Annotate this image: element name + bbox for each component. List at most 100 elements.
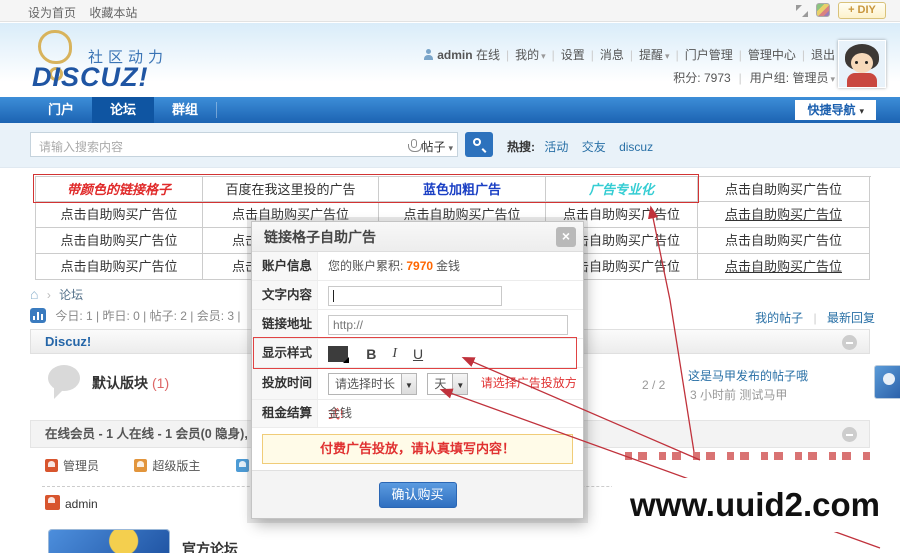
last-poster-avatar[interactable] [874,365,900,399]
online-status: 在线 [475,48,500,62]
hot-link-3[interactable]: discuz [619,140,653,154]
category-title[interactable]: Discuz! [45,334,91,349]
nav-groups[interactable]: 群组 [154,97,216,123]
duration-label: 投放时间 [252,368,318,399]
my-menu[interactable]: 我的 [515,48,546,62]
ad-slot-link[interactable]: 点击自助购买广告位 [698,228,870,254]
rent-label: 租金结算 [252,400,318,427]
confirm-purchase-button[interactable]: 确认购买 [378,482,457,508]
brand-english: DISCUZ! [32,62,149,92]
ad-header-colored-link[interactable]: 带颜色的链接格子 [36,177,203,202]
quick-nav-button[interactable]: 快捷导航 [795,100,876,120]
search-button[interactable] [465,132,493,157]
text-cursor [333,289,334,302]
official-forum-logo[interactable] [48,529,170,553]
text-content-row: 文字内容 [252,281,583,310]
search-input[interactable]: 请输入搜索内容 帖子 [30,132,458,157]
link-url-label: 链接地址 [252,310,318,338]
site-header: 社区动力 DISCUZ! admin 在线|我的|设置|消息|提醒|门户管理|管… [0,23,900,97]
bold-button[interactable]: B [361,340,381,368]
online-member-item[interactable]: admin [45,495,98,511]
mod-group-icon [235,459,249,472]
search-type-dropdown[interactable]: 帖子 [421,138,453,155]
ad-header-professional[interactable]: 广告专业化 [546,177,698,202]
admin-center-link[interactable]: 管理中心 [748,48,796,62]
ad-slot-link[interactable]: 点击自助购买广告位 [36,254,203,280]
username-link[interactable]: admin [437,48,472,62]
ad-header-baidu[interactable]: 百度在我这里投的广告 [203,177,379,202]
collapse-icon[interactable] [842,335,857,350]
watermark: www.uuid2.com [612,478,898,532]
underline-button[interactable]: U [408,340,428,368]
site-logo[interactable]: 社区动力 DISCUZ! [30,28,250,94]
forum-pages: 2 / 2 [642,378,666,392]
rent-row: 租金结算 金钱 [252,400,583,428]
forum-bubble-icon [48,365,80,399]
hot-link-2[interactable]: 交友 [582,140,606,154]
display-style-row: 显示样式 B I U [252,339,583,368]
nav-forum[interactable]: 论坛 [92,97,155,123]
self-ad-dialog: 链接格子自助广告 × 账户信息 您的账户累积: 7970 金钱 文字内容 链接地址 … [252,222,583,518]
widescreen-toggle-icon[interactable] [796,5,808,17]
bookmark-link[interactable]: 收藏本站 [89,6,137,20]
hot-link-1[interactable]: 活动 [544,140,568,154]
unit-select[interactable]: 天 [427,372,469,395]
usergroup-link[interactable]: 用户组: 管理员 [750,71,835,85]
color-picker-swatch[interactable] [328,345,349,363]
search-band: 请输入搜索内容 帖子 热搜: 活动 交友 discuz [0,123,900,168]
display-style-label: 显示样式 [252,339,318,367]
ad-url-input[interactable]: http:// [328,314,568,335]
logout-link[interactable]: 退出 [811,48,835,62]
chevron-down-icon [452,372,469,395]
last-post-link[interactable]: 这是马甲发布的帖子哦 [688,367,808,384]
member-avatar-icon [45,495,60,510]
forum-today-count: (1) [152,375,170,391]
hot-search: 热搜: 活动 交友 discuz [507,138,663,155]
credits-link[interactable]: 积分: 7973 [673,71,730,85]
stats-text: 今日: 1 | 昨日: 0 | 帖子: 2 | 会员: 3 | [55,309,241,323]
ad-slot-link[interactable]: 点击自助购买广告位 [698,254,870,280]
dialog-titlebar[interactable]: 链接格子自助广告 × [252,222,583,252]
italic-button[interactable]: I [385,340,405,368]
official-forum-name[interactable]: 官方论坛 [182,539,238,553]
ad-text-input[interactable] [328,285,502,306]
collapse-icon[interactable] [842,427,857,442]
settings-link[interactable]: 设置 [561,48,585,62]
duration-row: 投放时间 请选择时长 天 请选择广告投放方式! [252,368,583,421]
bulb-icon [38,30,72,81]
ad-slot-link[interactable]: 点击自助购买广告位 [36,228,203,254]
ad-slot-link[interactable]: 点击自助购买广告位 [36,202,203,228]
reminders-menu[interactable]: 提醒 [639,48,670,62]
duration-select[interactable]: 请选择时长 [328,372,418,395]
voice-search-icon[interactable] [408,139,422,152]
set-home-link[interactable]: 设为首页 [28,6,76,20]
link-url-row: 链接地址 http:// [252,310,583,339]
close-icon[interactable]: × [556,227,576,247]
breadcrumb: ⌂ › 论坛 [30,286,84,302]
forum-name-link[interactable]: 默认版块 (1) [92,373,169,393]
rent-value: 金钱 [328,406,353,420]
avatar[interactable] [838,40,886,88]
breadcrumb-current[interactable]: 论坛 [59,288,83,302]
messages-link[interactable]: 消息 [600,48,624,62]
ad-slot-link[interactable]: 点击自助购买广告位 [698,202,870,228]
main-nav: 门户 论坛 群组 快捷导航 [0,97,900,123]
hot-search-label: 热搜: [507,140,535,154]
nav-portal[interactable]: 门户 [30,97,92,123]
ad-header-buy[interactable]: 点击自助购买广告位 [698,177,870,202]
latest-replies-link[interactable]: 最新回复 [827,311,875,325]
theme-palette-icon[interactable] [816,3,830,17]
chevron-down-icon [401,372,418,395]
ad-header-blue-bold[interactable]: 蓝色加粗广告 [379,177,546,202]
account-credit-value: 7970 [406,259,434,273]
my-posts-link[interactable]: 我的帖子 [755,311,803,325]
portal-admin-link[interactable]: 门户管理 [685,48,733,62]
user-links-row: admin 在线|我的|设置|消息|提醒|门户管理|管理中心|退出 [423,46,835,63]
search-placeholder: 请输入搜索内容 [39,140,124,154]
home-icon[interactable]: ⌂ [30,286,38,302]
super-mod-group-icon [134,459,148,472]
diy-button[interactable]: + DIY [838,2,886,19]
dialog-title: 链接格子自助广告 [264,229,376,245]
account-label: 账户信息 [252,252,318,280]
account-row: 账户信息 您的账户累积: 7970 金钱 [252,252,583,281]
